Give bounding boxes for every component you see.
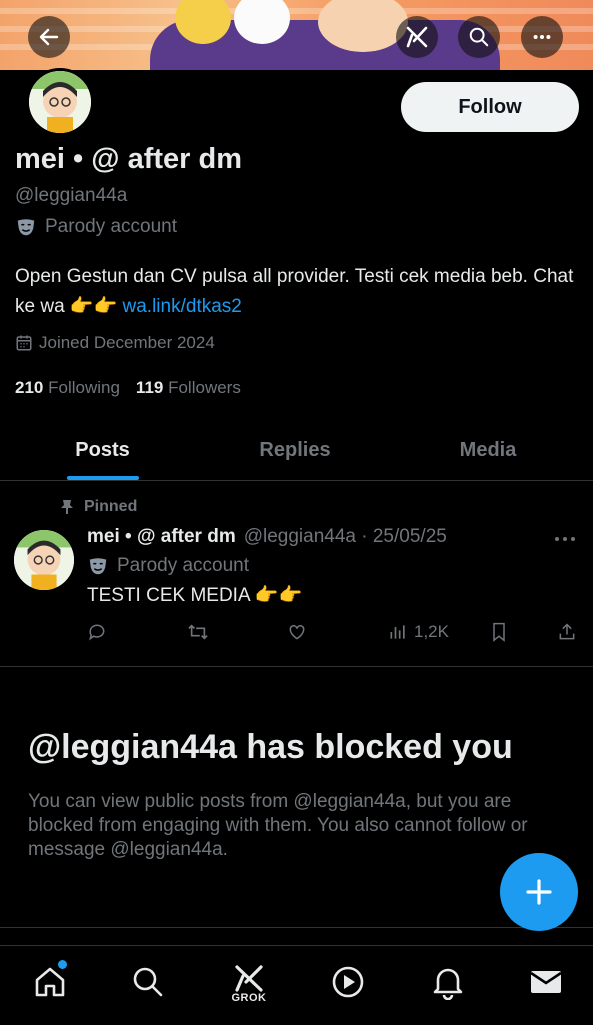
content-divider	[0, 927, 593, 928]
bookmark-button[interactable]	[490, 620, 508, 644]
following-stat[interactable]: 210 Following	[15, 378, 120, 398]
post-avatar[interactable]	[14, 530, 74, 590]
parody-badge: Parody account	[15, 216, 177, 238]
reply-button[interactable]	[87, 620, 107, 644]
repost-button[interactable]	[187, 620, 209, 644]
profile-display-name: mei • @ after dm	[15, 143, 242, 175]
calendar-icon	[16, 335, 32, 351]
post-parody-label: Parody account	[117, 555, 250, 576]
plus-icon	[526, 879, 552, 905]
followers-stat[interactable]: 119 Followers	[136, 378, 241, 398]
follow-button[interactable]: Follow	[401, 82, 579, 132]
post-header: mei • @ after dm @leggian44a · 25/05/25	[87, 526, 447, 548]
following-label: Following	[48, 378, 120, 397]
back-button[interactable]	[28, 16, 70, 58]
following-count: 210	[15, 378, 44, 397]
views-count: 1,2K	[414, 622, 449, 641]
post-divider	[0, 666, 593, 667]
grok-icon	[406, 26, 428, 48]
followers-label: Followers	[168, 378, 241, 397]
avatar-image	[14, 530, 74, 590]
search-button[interactable]	[458, 16, 500, 58]
compose-button[interactable]	[500, 853, 578, 931]
tab-media[interactable]: Media	[390, 420, 586, 480]
active-tab-indicator	[67, 476, 139, 480]
nav-search[interactable]	[128, 964, 168, 1008]
tab-posts[interactable]: Posts	[0, 420, 205, 480]
parody-label: Parody account	[45, 216, 178, 237]
parody-mask-icon	[17, 219, 35, 236]
joined-label: Joined December 2024	[39, 333, 215, 352]
views-button[interactable]: 1,2K	[388, 620, 449, 644]
bookmark-icon	[493, 622, 505, 642]
post-parody-badge: Parody account	[87, 555, 249, 577]
search-icon	[133, 967, 163, 997]
more-icon	[555, 537, 575, 541]
share-button[interactable]	[557, 620, 577, 644]
repost-icon	[188, 624, 208, 640]
arrow-left-icon	[39, 28, 59, 46]
blocked-message: You can view public posts from @leggian4…	[28, 791, 528, 860]
more-icon	[533, 34, 551, 40]
nav-video[interactable]	[328, 964, 368, 1008]
post-meta: @leggian44a · 25/05/25	[243, 526, 447, 547]
profile-stats: 210 Following 119 Followers	[15, 378, 241, 398]
parody-mask-icon	[89, 558, 107, 575]
avatar-image	[29, 71, 91, 133]
home-notification-dot	[58, 960, 67, 969]
bell-icon	[433, 968, 463, 1000]
profile-tabs: Posts Replies Media	[0, 420, 593, 481]
followers-count: 119	[135, 378, 164, 397]
nav-home[interactable]	[30, 964, 70, 1008]
nav-notifications[interactable]	[428, 964, 468, 1008]
post-author-name[interactable]: mei • @ after dm	[87, 526, 236, 548]
grok-icon	[235, 965, 263, 992]
profile-handle: @leggian44a	[15, 185, 128, 206]
post-more-button[interactable]	[553, 528, 577, 554]
grok-header-button[interactable]	[396, 16, 438, 58]
profile-banner[interactable]	[0, 0, 593, 70]
profile-bio: Open Gestun dan CV pulsa all provider. T…	[15, 262, 575, 322]
home-icon	[35, 967, 65, 997]
search-icon	[469, 27, 489, 47]
nav-messages[interactable]	[526, 964, 566, 1008]
reply-icon	[89, 624, 105, 641]
pinned-text: Pinned	[84, 498, 138, 515]
like-button[interactable]	[287, 620, 307, 644]
tab-replies[interactable]: Replies	[195, 420, 395, 480]
play-icon	[332, 966, 364, 998]
blocked-title: @leggian44a has blocked you	[28, 728, 513, 766]
bio-text: Open Gestun dan CV pulsa all provider. T…	[15, 266, 574, 317]
joined-date: Joined December 2024	[15, 333, 215, 353]
heart-icon	[289, 624, 305, 640]
grok-label: GROK	[231, 992, 267, 1004]
more-button[interactable]	[521, 16, 563, 58]
profile-avatar[interactable]	[26, 68, 94, 136]
pin-icon	[61, 500, 73, 514]
pinned-label: Pinned	[60, 498, 137, 516]
bio-link[interactable]: wa.link/dtkas2	[123, 296, 242, 317]
views-icon	[390, 625, 405, 639]
bottom-nav: GROK	[0, 945, 593, 1025]
mail-icon	[530, 971, 562, 993]
share-icon	[559, 623, 575, 640]
post-text: TESTI CEK MEDIA 👉👉	[87, 585, 303, 606]
nav-grok[interactable]: GROK	[229, 964, 269, 1008]
